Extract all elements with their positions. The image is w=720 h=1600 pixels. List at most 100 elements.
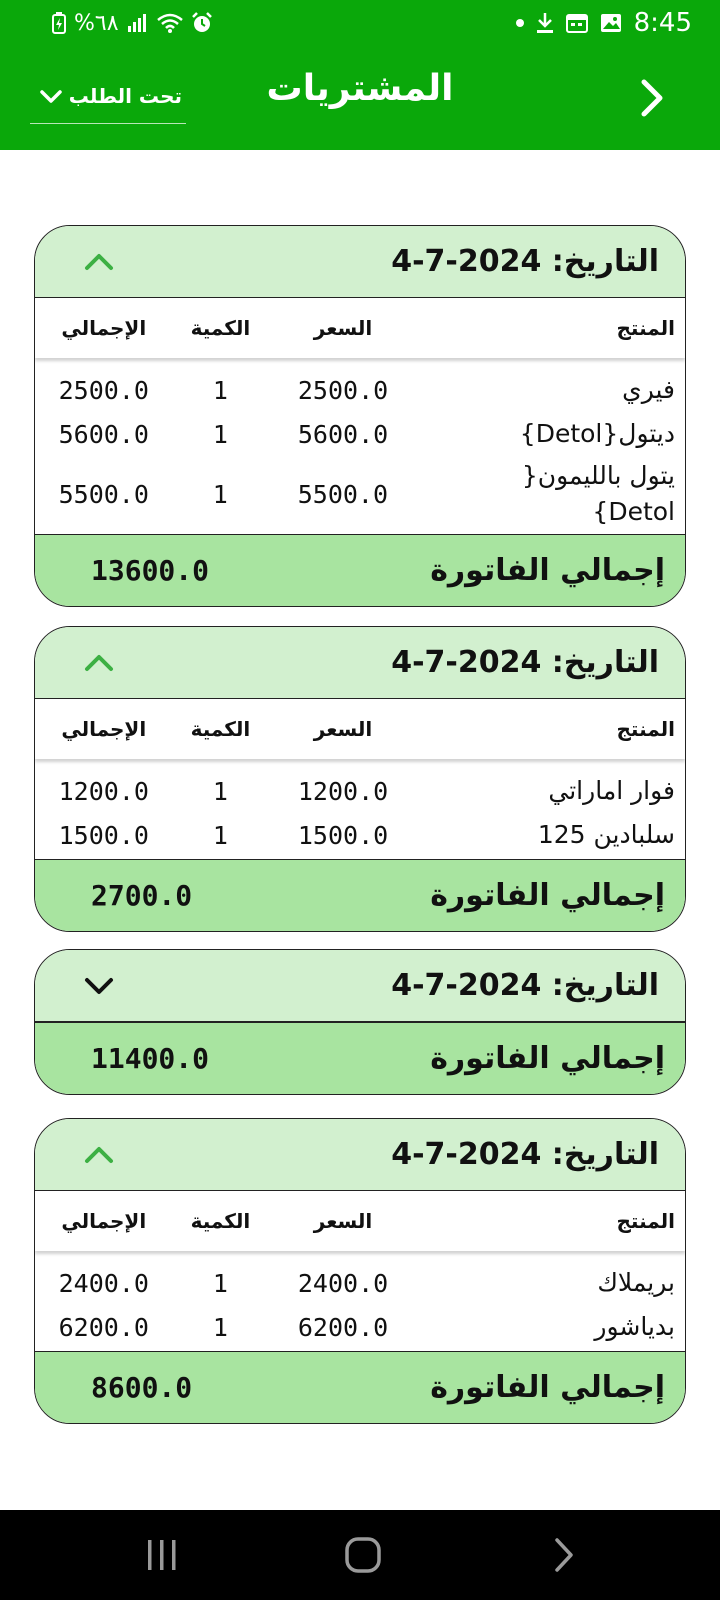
back-nav-button[interactable] xyxy=(534,1532,594,1578)
header-qty: الكمية xyxy=(190,1209,251,1233)
download-icon xyxy=(536,13,553,33)
header-product: المنتج xyxy=(616,717,675,741)
header-qty: الكمية xyxy=(190,717,251,741)
table-row: يتول بالليمون{ Detol} 5500.0 1 5500.0 xyxy=(35,456,685,532)
expand-toggle[interactable] xyxy=(79,966,119,1006)
invoice-card: التاريخ: 2024-7-4 إجمالي الفاتورة 11400.… xyxy=(34,949,686,1095)
status-right: 8:45 xyxy=(515,8,692,38)
cell-qty: 1 xyxy=(212,1312,228,1342)
chevron-up-icon xyxy=(85,1146,113,1163)
wifi-icon xyxy=(156,13,183,33)
header-total: الإجمالي xyxy=(61,1209,147,1233)
cell-price: 2400.0 xyxy=(297,1268,389,1298)
cell-product: فوار اماراتي xyxy=(548,776,675,805)
invoice-card: التاريخ: 2024-7-4 المنتج السعر الكمية ال… xyxy=(34,626,686,932)
invoice-date: التاريخ: 2024-7-4 xyxy=(391,244,659,279)
table-row: سلبادين 125 1500.0 1 1500.0 xyxy=(35,813,685,857)
header-total: الإجمالي xyxy=(61,316,147,340)
invoice-card: التاريخ: 2024-7-4 المنتج السعر الكمية ال… xyxy=(34,1118,686,1424)
invoice-date: التاريخ: 2024-7-4 xyxy=(391,645,659,680)
status-left: %٦٨ xyxy=(52,8,213,38)
cell-total: 6200.0 xyxy=(58,1312,149,1342)
cell-price: 5600.0 xyxy=(297,419,389,449)
cell-total: 2500.0 xyxy=(58,375,149,405)
header-price: السعر xyxy=(313,717,373,741)
signal-icon xyxy=(127,14,146,32)
cell-total: 1500.0 xyxy=(58,820,149,850)
invoice-total-amount: 11400.0 xyxy=(91,1042,210,1075)
invoice-total-amount: 8600.0 xyxy=(91,1371,193,1404)
table-header: المنتج السعر الكمية الإجمالي xyxy=(35,1191,685,1251)
cell-product: ديتول{Detol} xyxy=(519,419,675,448)
invoice-card-header[interactable]: التاريخ: 2024-7-4 xyxy=(35,627,685,699)
invoice-card-header[interactable]: التاريخ: 2024-7-4 xyxy=(35,950,685,1022)
table-header: المنتج السعر الكمية الإجمالي xyxy=(35,699,685,759)
collapse-toggle[interactable] xyxy=(79,643,119,683)
home-icon xyxy=(345,1537,381,1573)
table-row: فيري 2500.0 1 2500.0 xyxy=(35,368,685,412)
cell-qty: 1 xyxy=(212,479,228,509)
cell-price: 5500.0 xyxy=(297,479,389,509)
cell-product: سلبادين 125 xyxy=(537,820,675,849)
recents-button[interactable] xyxy=(132,1532,192,1578)
notification-dot-icon xyxy=(515,19,524,27)
battery-percent: %٦٨ xyxy=(74,10,119,36)
table-row: بدياشور 6200.0 1 6200.0 xyxy=(35,1305,685,1349)
back-button[interactable] xyxy=(628,74,676,122)
cell-total: 5500.0 xyxy=(58,479,149,509)
table-row: ديتول{Detol} 5600.0 1 5600.0 xyxy=(35,412,685,456)
cell-price: 6200.0 xyxy=(297,1312,389,1342)
status-bar: %٦٨ 8:45 xyxy=(0,0,720,46)
invoice-total-row: إجمالي الفاتورة 11400.0 xyxy=(35,1022,685,1094)
cell-product: بدياشور xyxy=(594,1312,675,1341)
clock: 8:45 xyxy=(633,8,692,38)
home-button[interactable] xyxy=(333,1532,393,1578)
table-row: بريملاك 2400.0 1 2400.0 xyxy=(35,1261,685,1305)
cell-product: بريملاك xyxy=(597,1268,675,1297)
invoice-total-label: إجمالي الفاتورة xyxy=(430,1370,665,1405)
cell-product: فيري xyxy=(622,375,675,404)
cell-price: 2500.0 xyxy=(297,375,389,405)
invoice-total-amount: 2700.0 xyxy=(91,879,193,912)
cell-price: 1500.0 xyxy=(297,820,389,850)
battery-charging-icon xyxy=(52,12,66,34)
cell-total: 5600.0 xyxy=(58,419,149,449)
app-bar: تحت الطلب المشتريات xyxy=(0,46,720,150)
cell-total: 1200.0 xyxy=(58,776,149,806)
invoice-total-row: إجمالي الفاتورة 13600.0 xyxy=(35,534,685,606)
table-body: فيري 2500.0 1 2500.0 ديتول{Detol} 5600.0… xyxy=(35,358,685,534)
table-body: بريملاك 2400.0 1 2400.0 بدياشور 6200.0 1… xyxy=(35,1251,685,1351)
table-row: فوار اماراتي 1200.0 1 1200.0 xyxy=(35,769,685,813)
cell-qty: 1 xyxy=(212,820,228,850)
invoice-card-header[interactable]: التاريخ: 2024-7-4 xyxy=(35,226,685,298)
recents-icon xyxy=(148,1540,176,1570)
invoice-total-label: إجمالي الفاتورة xyxy=(430,878,665,913)
invoice-card: التاريخ: 2024-7-4 المنتج السعر الكمية ال… xyxy=(34,225,686,607)
header-total: الإجمالي xyxy=(61,717,147,741)
invoice-total-amount: 13600.0 xyxy=(91,554,210,587)
invoice-date: التاريخ: 2024-7-4 xyxy=(391,1137,659,1172)
header-qty: الكمية xyxy=(190,316,251,340)
cell-qty: 1 xyxy=(212,776,228,806)
back-nav-icon xyxy=(555,1538,573,1572)
cell-price: 1200.0 xyxy=(297,776,389,806)
invoice-card-header[interactable]: التاريخ: 2024-7-4 xyxy=(35,1119,685,1191)
cell-qty: 1 xyxy=(212,375,228,405)
chevron-up-icon xyxy=(85,654,113,671)
invoice-total-row: إجمالي الفاتورة 8600.0 xyxy=(35,1351,685,1423)
calendar-icon xyxy=(565,14,588,33)
invoice-total-label: إجمالي الفاتورة xyxy=(430,1041,665,1076)
alarm-icon xyxy=(191,12,212,32)
collapse-toggle[interactable] xyxy=(79,1135,119,1175)
system-nav-bar xyxy=(0,1510,720,1600)
invoice-date: التاريخ: 2024-7-4 xyxy=(391,968,659,1003)
collapse-toggle[interactable] xyxy=(79,242,119,282)
cell-qty: 1 xyxy=(212,419,228,449)
header-price: السعر xyxy=(313,1209,373,1233)
table-header: المنتج السعر الكمية الإجمالي xyxy=(35,298,685,358)
cell-total: 2400.0 xyxy=(58,1268,149,1298)
chevron-up-icon xyxy=(85,253,113,270)
header-price: السعر xyxy=(313,316,373,340)
table-body: فوار اماراتي 1200.0 1 1200.0 سلبادين 125… xyxy=(35,759,685,859)
cell-qty: 1 xyxy=(212,1268,228,1298)
